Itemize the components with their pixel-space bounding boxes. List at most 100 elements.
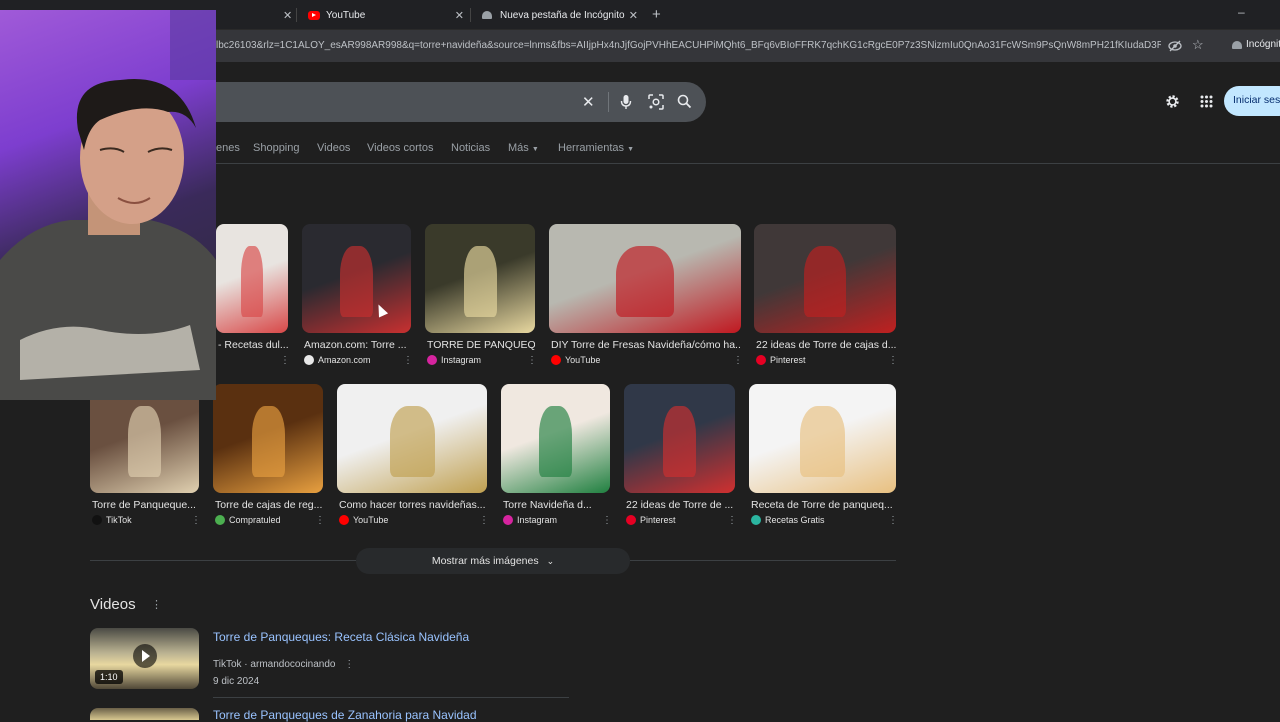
more-vert-icon[interactable]: ⋮: [733, 355, 743, 366]
image-result-title[interactable]: - Recetas dul...: [218, 339, 288, 351]
incognito-indicator[interactable]: Incógnit: [1232, 39, 1280, 50]
image-result-thumbnail[interactable]: [425, 224, 535, 333]
more-vert-icon[interactable]: ⋮: [602, 515, 612, 526]
divider: [630, 560, 896, 561]
close-tab-icon[interactable]: ✕: [283, 9, 292, 22]
more-vert-icon[interactable]: ⋮: [527, 355, 537, 366]
source-label: TikTok: [106, 515, 132, 525]
image-result-thumbnail[interactable]: [624, 384, 735, 493]
source-label: Pinterest: [640, 515, 676, 525]
video-duration: 1:10: [95, 670, 123, 684]
tab-youtube[interactable]: YouTube ✕: [298, 4, 470, 26]
image-result-thumbnail[interactable]: [216, 224, 288, 333]
video-title-link[interactable]: Torre de Panqueques: Receta Clásica Navi…: [213, 630, 469, 644]
image-result-thumbnail[interactable]: [501, 384, 610, 493]
source-favicon-icon: [751, 515, 761, 525]
incognito-icon: [482, 11, 492, 19]
more-vert-icon[interactable]: ⋮: [315, 515, 325, 526]
image-result-source[interactable]: Recetas Gratis: [751, 515, 825, 525]
nav-item-videos[interactable]: Videos: [317, 142, 350, 154]
image-result-title[interactable]: DIY Torre de Fresas Navideña/cómo ha...: [551, 339, 741, 351]
more-vert-icon[interactable]: ⋮: [280, 355, 290, 366]
nav-item-tools[interactable]: Herramientas ▼: [558, 142, 634, 154]
image-result-title[interactable]: TORRE DE PANQUEQ...: [427, 339, 535, 351]
image-result-title[interactable]: 22 ideas de Torre de cajas d...: [756, 339, 896, 351]
more-vert-icon[interactable]: ⋮: [479, 515, 489, 526]
more-vert-icon[interactable]: ⋮: [344, 659, 354, 670]
image-content: [803, 245, 847, 317]
image-result-thumbnail[interactable]: [337, 384, 487, 493]
nav-tools-label: Herramientas: [558, 142, 625, 154]
microphone-icon[interactable]: [620, 94, 632, 110]
lens-icon[interactable]: [648, 94, 664, 110]
image-result-thumbnail[interactable]: [749, 384, 896, 493]
image-result-source[interactable]: Instagram: [427, 355, 481, 365]
image-result-title[interactable]: Torre de Panqueque...: [92, 499, 199, 511]
image-content: [463, 245, 497, 317]
search-icon[interactable]: [677, 94, 692, 109]
image-content: [616, 245, 674, 317]
more-vert-icon[interactable]: ⋮: [888, 515, 898, 526]
clear-icon[interactable]: ✕: [582, 93, 595, 111]
close-tab-icon[interactable]: ✕: [455, 9, 464, 22]
image-result-source[interactable]: Amazon.com: [304, 355, 371, 365]
tab-incognito[interactable]: Nueva pestaña de Incógnito ✕: [472, 4, 644, 26]
source-favicon-icon: [92, 515, 102, 525]
nav-item-short-videos[interactable]: Videos cortos: [367, 142, 433, 154]
nav-item-images[interactable]: enes: [216, 142, 240, 154]
show-more-images-button[interactable]: Mostrar más imágenes ⌄: [356, 548, 630, 574]
source-favicon-icon: [756, 355, 766, 365]
source-label: YouTube: [565, 355, 601, 365]
image-content: [128, 405, 161, 477]
source-favicon-icon: [626, 515, 636, 525]
video-author: armandococinando: [250, 659, 336, 670]
image-result-title[interactable]: 22 ideas de Torre de ...: [626, 499, 735, 511]
star-icon[interactable]: ☆: [1192, 37, 1204, 53]
image-result-source[interactable]: Instagram: [503, 515, 557, 525]
chevron-down-icon: ⌄: [546, 555, 555, 566]
url-field[interactable]: lbc26103&rlz=1C1ALOY_esAR998AR998&q=torr…: [216, 40, 1161, 51]
more-vert-icon[interactable]: ⋮: [888, 355, 898, 366]
image-result-thumbnail[interactable]: [213, 384, 323, 493]
tab-label: YouTube: [326, 9, 366, 21]
image-result-title[interactable]: Torre de cajas de reg...: [215, 499, 323, 511]
image-result-thumbnail[interactable]: [549, 224, 741, 333]
caret-down-icon: ▼: [531, 146, 539, 153]
image-result-source[interactable]: TikTok: [92, 515, 132, 525]
more-vert-icon[interactable]: ⋮: [727, 515, 737, 526]
nav-item-shopping[interactable]: Shopping: [253, 142, 300, 154]
eye-off-icon[interactable]: [1168, 40, 1182, 52]
image-result-source[interactable]: Pinterest: [626, 515, 676, 525]
image-result-title[interactable]: Receta de Torre de panqueq...: [751, 499, 896, 511]
tab-label: Nueva pestaña de Incógnito: [500, 9, 625, 21]
image-result-source[interactable]: Compratuled: [215, 515, 281, 525]
image-result-source[interactable]: Pinterest: [756, 355, 806, 365]
divider: [213, 697, 569, 698]
search-input[interactable]: ✕: [216, 82, 706, 122]
new-tab-icon[interactable]: +: [652, 6, 661, 23]
video-source: TikTok · armandococinando ⋮: [213, 659, 355, 670]
more-vert-icon[interactable]: ⋮: [151, 598, 162, 611]
nav-item-news[interactable]: Noticias: [451, 142, 490, 154]
video-thumbnail[interactable]: 1:10: [90, 628, 199, 689]
image-result-thumbnail[interactable]: [302, 224, 411, 333]
image-result-thumbnail[interactable]: [754, 224, 896, 333]
video-date: 9 dic 2024: [213, 676, 260, 687]
image-result-title[interactable]: Torre Navideña d...: [503, 499, 610, 511]
image-result-thumbnail[interactable]: [90, 384, 199, 493]
minimize-icon[interactable]: –: [1238, 5, 1245, 19]
more-vert-icon[interactable]: ⋮: [403, 355, 413, 366]
image-content: [539, 405, 572, 477]
image-result-title[interactable]: Amazon.com: Torre ...: [304, 339, 411, 351]
image-result-title[interactable]: Como hacer torres navideñas...: [339, 499, 487, 511]
more-vert-icon[interactable]: ⋮: [191, 515, 201, 526]
nav-item-more[interactable]: Más ▼: [508, 142, 539, 154]
image-result-source[interactable]: YouTube: [339, 515, 388, 525]
apps-grid-icon[interactable]: [1200, 95, 1213, 108]
settings-gear-icon[interactable]: [1164, 93, 1181, 110]
image-result-source[interactable]: YouTube: [551, 355, 600, 365]
sign-in-button[interactable]: Iniciar sesi: [1224, 86, 1280, 116]
close-tab-icon[interactable]: ✕: [629, 9, 638, 22]
video-thumbnail[interactable]: [90, 708, 199, 720]
source-label: Instagram: [517, 515, 558, 525]
